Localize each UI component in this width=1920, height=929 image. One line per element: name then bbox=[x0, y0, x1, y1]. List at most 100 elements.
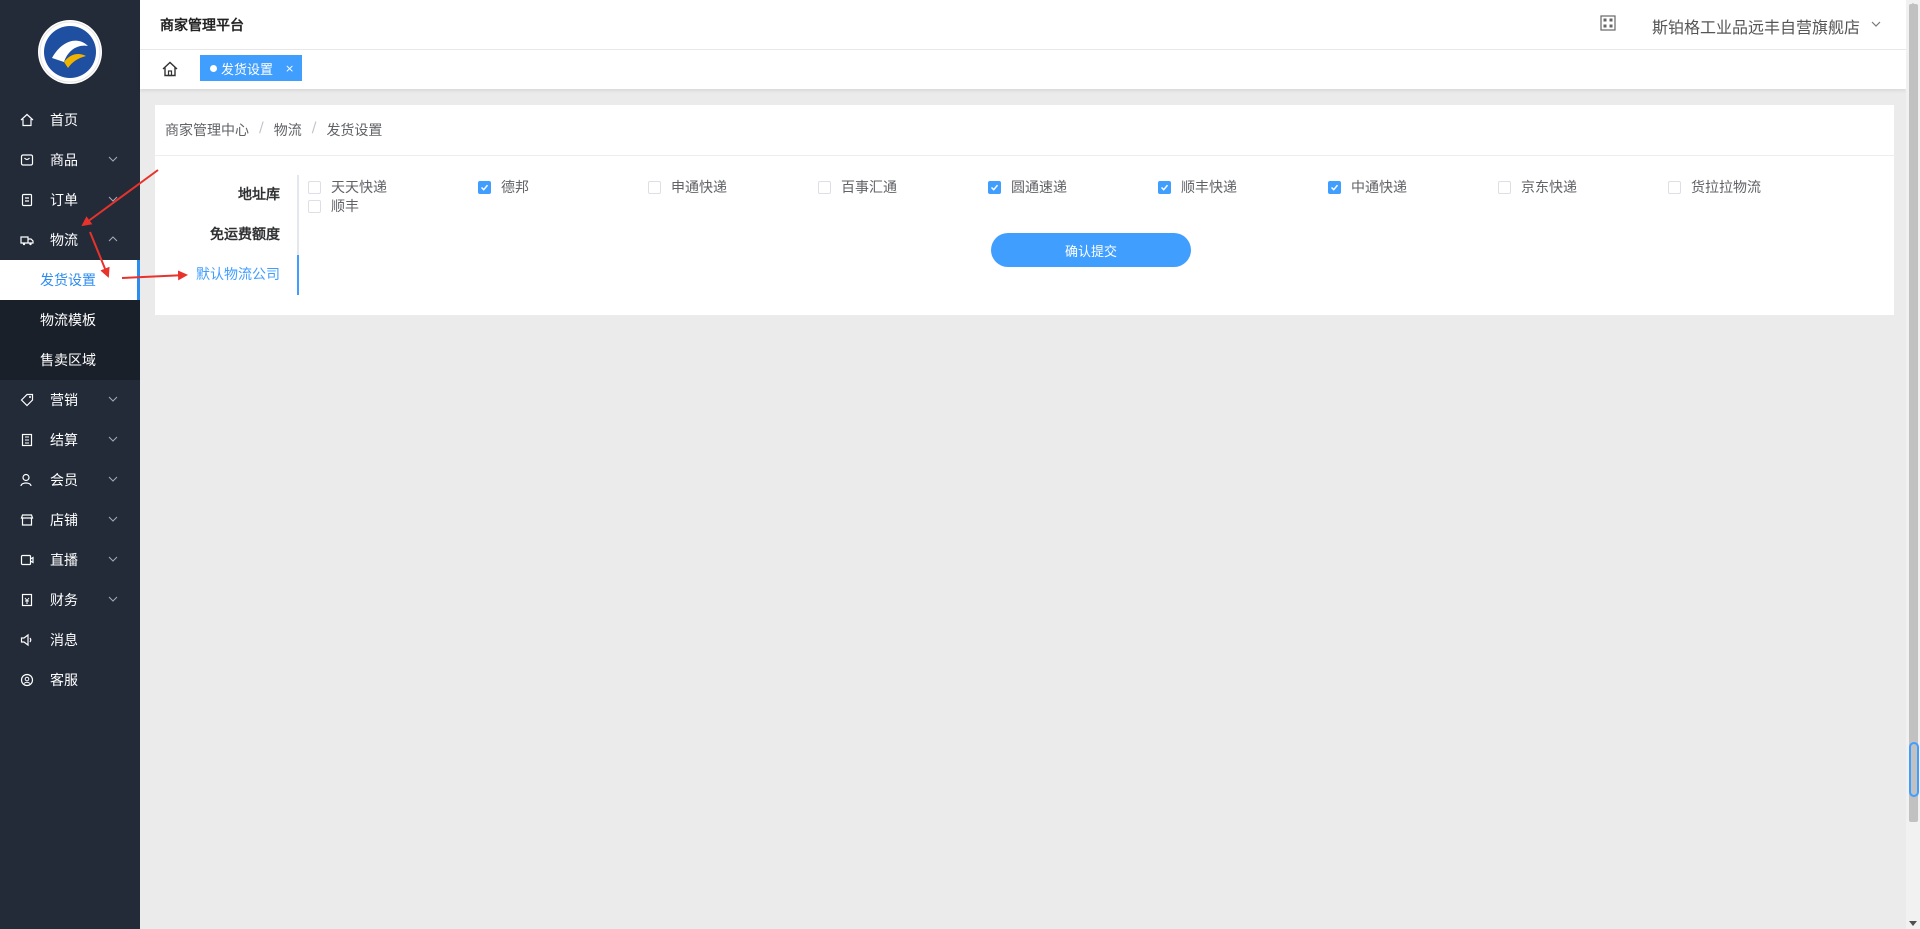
chevron-down-icon bbox=[108, 596, 118, 602]
checkbox-label: 顺丰 bbox=[331, 199, 359, 215]
breadcrumb: 商家管理中心 / 物流 / 发货设置 bbox=[165, 120, 382, 140]
qrcode-icon[interactable] bbox=[1600, 15, 1616, 31]
checkbox[interactable] bbox=[308, 180, 321, 194]
check-icon bbox=[480, 184, 489, 191]
checkbox-label: 圆通速递 bbox=[1011, 180, 1067, 196]
tab-label: 发货设置 bbox=[221, 62, 274, 78]
check-icon bbox=[1160, 184, 1169, 191]
close-icon[interactable]: × bbox=[285, 62, 294, 75]
sidebar-item-members[interactable]: 会员 bbox=[0, 460, 140, 500]
sidebar-item-home[interactable]: 首页 bbox=[0, 100, 140, 140]
checkbox-label: 申通快递 bbox=[671, 180, 727, 196]
sidebar-item-label: 直播 bbox=[50, 553, 78, 569]
settings-card: 商家管理中心 / 物流 / 发货设置 地址库 免运费额度 默认物流公司 天天快递… bbox=[155, 105, 1894, 315]
tab-bar: 发货设置 × bbox=[140, 50, 1906, 89]
company-checkbox[interactable]: 顺丰 bbox=[308, 196, 359, 216]
sidebar-nav: 首页 商品 订单 物流 发货设置 物流模板 售卖区域 营销 结算 会员 店铺 直… bbox=[0, 100, 140, 700]
scroll-indicator bbox=[1909, 742, 1919, 797]
chevron-up-icon bbox=[108, 236, 118, 242]
page-scrollbar[interactable] bbox=[1906, 0, 1920, 929]
speaker-icon bbox=[19, 632, 35, 648]
company-checkbox[interactable]: 中通快递 bbox=[1328, 177, 1407, 197]
tab-default-logistics-company[interactable]: 默认物流公司 bbox=[155, 255, 298, 295]
chevron-down-icon bbox=[108, 476, 118, 482]
sidebar-subitem-sales-region[interactable]: 售卖区域 bbox=[0, 340, 140, 380]
sidebar-item-marketing[interactable]: 营销 bbox=[0, 380, 140, 420]
company-checkbox[interactable]: 顺丰快递 bbox=[1158, 177, 1237, 197]
sidebar-item-label: 商品 bbox=[50, 153, 78, 169]
breadcrumb-item[interactable]: 商家管理中心 bbox=[165, 120, 249, 140]
tab-free-shipping-amount[interactable]: 免运费额度 bbox=[155, 215, 298, 255]
checkbox-label: 京东快递 bbox=[1521, 180, 1577, 196]
checkbox[interactable] bbox=[1498, 180, 1511, 194]
active-dot-icon bbox=[210, 64, 217, 72]
tab-shipping-settings[interactable]: 发货设置 × bbox=[200, 55, 302, 81]
checkbox-label: 货拉拉物流 bbox=[1691, 180, 1761, 196]
platform-title: 商家管理平台 bbox=[160, 18, 244, 34]
sidebar-item-label: 客服 bbox=[50, 673, 78, 689]
chevron-down-icon bbox=[108, 156, 118, 162]
breadcrumb-separator: / bbox=[311, 120, 317, 136]
checkbox[interactable] bbox=[648, 180, 661, 194]
checkbox[interactable] bbox=[988, 180, 1001, 194]
sidebar-subitem-label: 物流模板 bbox=[40, 313, 96, 329]
active-tab-indicator bbox=[297, 255, 299, 295]
tab-address-library[interactable]: 地址库 bbox=[155, 175, 298, 215]
check-icon bbox=[990, 184, 999, 191]
sidebar-subitem-shipping-settings[interactable]: 发货设置 bbox=[0, 260, 140, 300]
company-checkbox[interactable]: 圆通速递 bbox=[988, 177, 1067, 197]
sidebar-item-label: 订单 bbox=[50, 193, 78, 209]
company-checkbox[interactable]: 百事汇通 bbox=[818, 177, 897, 197]
checkbox[interactable] bbox=[308, 199, 321, 213]
sidebar-item-orders[interactable]: 订单 bbox=[0, 180, 140, 220]
sidebar-subitem-logistics-template[interactable]: 物流模板 bbox=[0, 300, 140, 340]
sidebar-item-label: 消息 bbox=[50, 633, 78, 649]
company-checkbox[interactable]: 德邦 bbox=[478, 177, 529, 197]
sidebar-item-logistics[interactable]: 物流 bbox=[0, 220, 140, 260]
checkbox[interactable] bbox=[1668, 180, 1681, 194]
goods-icon bbox=[19, 152, 35, 168]
checkbox-label: 天天快递 bbox=[331, 180, 387, 196]
checkbox[interactable] bbox=[478, 180, 491, 194]
home-icon bbox=[19, 112, 35, 128]
sidebar-item-label: 财务 bbox=[50, 593, 78, 609]
settings-tabs: 地址库 免运费额度 默认物流公司 bbox=[155, 175, 298, 295]
chevron-down-icon bbox=[108, 396, 118, 402]
checkbox[interactable] bbox=[1328, 180, 1341, 194]
scroll-down-icon[interactable] bbox=[1909, 921, 1917, 926]
chevron-down-icon[interactable] bbox=[1870, 18, 1882, 30]
company-checkbox[interactable]: 京东快递 bbox=[1498, 177, 1577, 197]
company-checkbox[interactable]: 天天快递 bbox=[308, 177, 387, 197]
finance-icon bbox=[19, 592, 35, 608]
sidebar-item-shop[interactable]: 店铺 bbox=[0, 500, 140, 540]
breadcrumb-item[interactable]: 物流 bbox=[274, 120, 302, 140]
sidebar-item-settlement[interactable]: 结算 bbox=[0, 420, 140, 460]
sidebar-item-live[interactable]: 直播 bbox=[0, 540, 140, 580]
sidebar-item-finance[interactable]: 财务 bbox=[0, 580, 140, 620]
confirm-submit-button[interactable]: 确认提交 bbox=[991, 233, 1191, 267]
checkbox-label: 顺丰快递 bbox=[1181, 180, 1237, 196]
chevron-down-icon bbox=[108, 556, 118, 562]
divider bbox=[155, 155, 1894, 156]
sidebar-item-label: 首页 bbox=[50, 113, 78, 129]
user-icon bbox=[19, 472, 35, 488]
checkbox[interactable] bbox=[818, 180, 831, 194]
sidebar-item-messages[interactable]: 消息 bbox=[0, 620, 140, 660]
service-icon bbox=[19, 672, 35, 688]
scroll-thumb[interactable] bbox=[1909, 4, 1918, 822]
ledger-icon bbox=[19, 432, 35, 448]
sidebar-item-label: 物流 bbox=[50, 233, 78, 249]
sidebar-item-label: 营销 bbox=[50, 393, 78, 409]
sidebar: 首页 商品 订单 物流 发货设置 物流模板 售卖区域 营销 结算 会员 店铺 直… bbox=[0, 0, 140, 929]
live-icon bbox=[19, 552, 35, 568]
chevron-down-icon bbox=[108, 436, 118, 442]
company-checkbox[interactable]: 申通快递 bbox=[648, 177, 727, 197]
company-checkbox[interactable]: 货拉拉物流 bbox=[1668, 177, 1761, 197]
chevron-down-icon bbox=[108, 196, 118, 202]
sidebar-item-goods[interactable]: 商品 bbox=[0, 140, 140, 180]
home-icon[interactable] bbox=[161, 60, 179, 78]
store-name[interactable]: 斯铂格工业品远丰自营旗舰店 bbox=[1652, 14, 1860, 38]
sidebar-item-customer-service[interactable]: 客服 bbox=[0, 660, 140, 700]
sidebar-subitem-label: 发货设置 bbox=[40, 273, 96, 289]
checkbox[interactable] bbox=[1158, 180, 1171, 194]
